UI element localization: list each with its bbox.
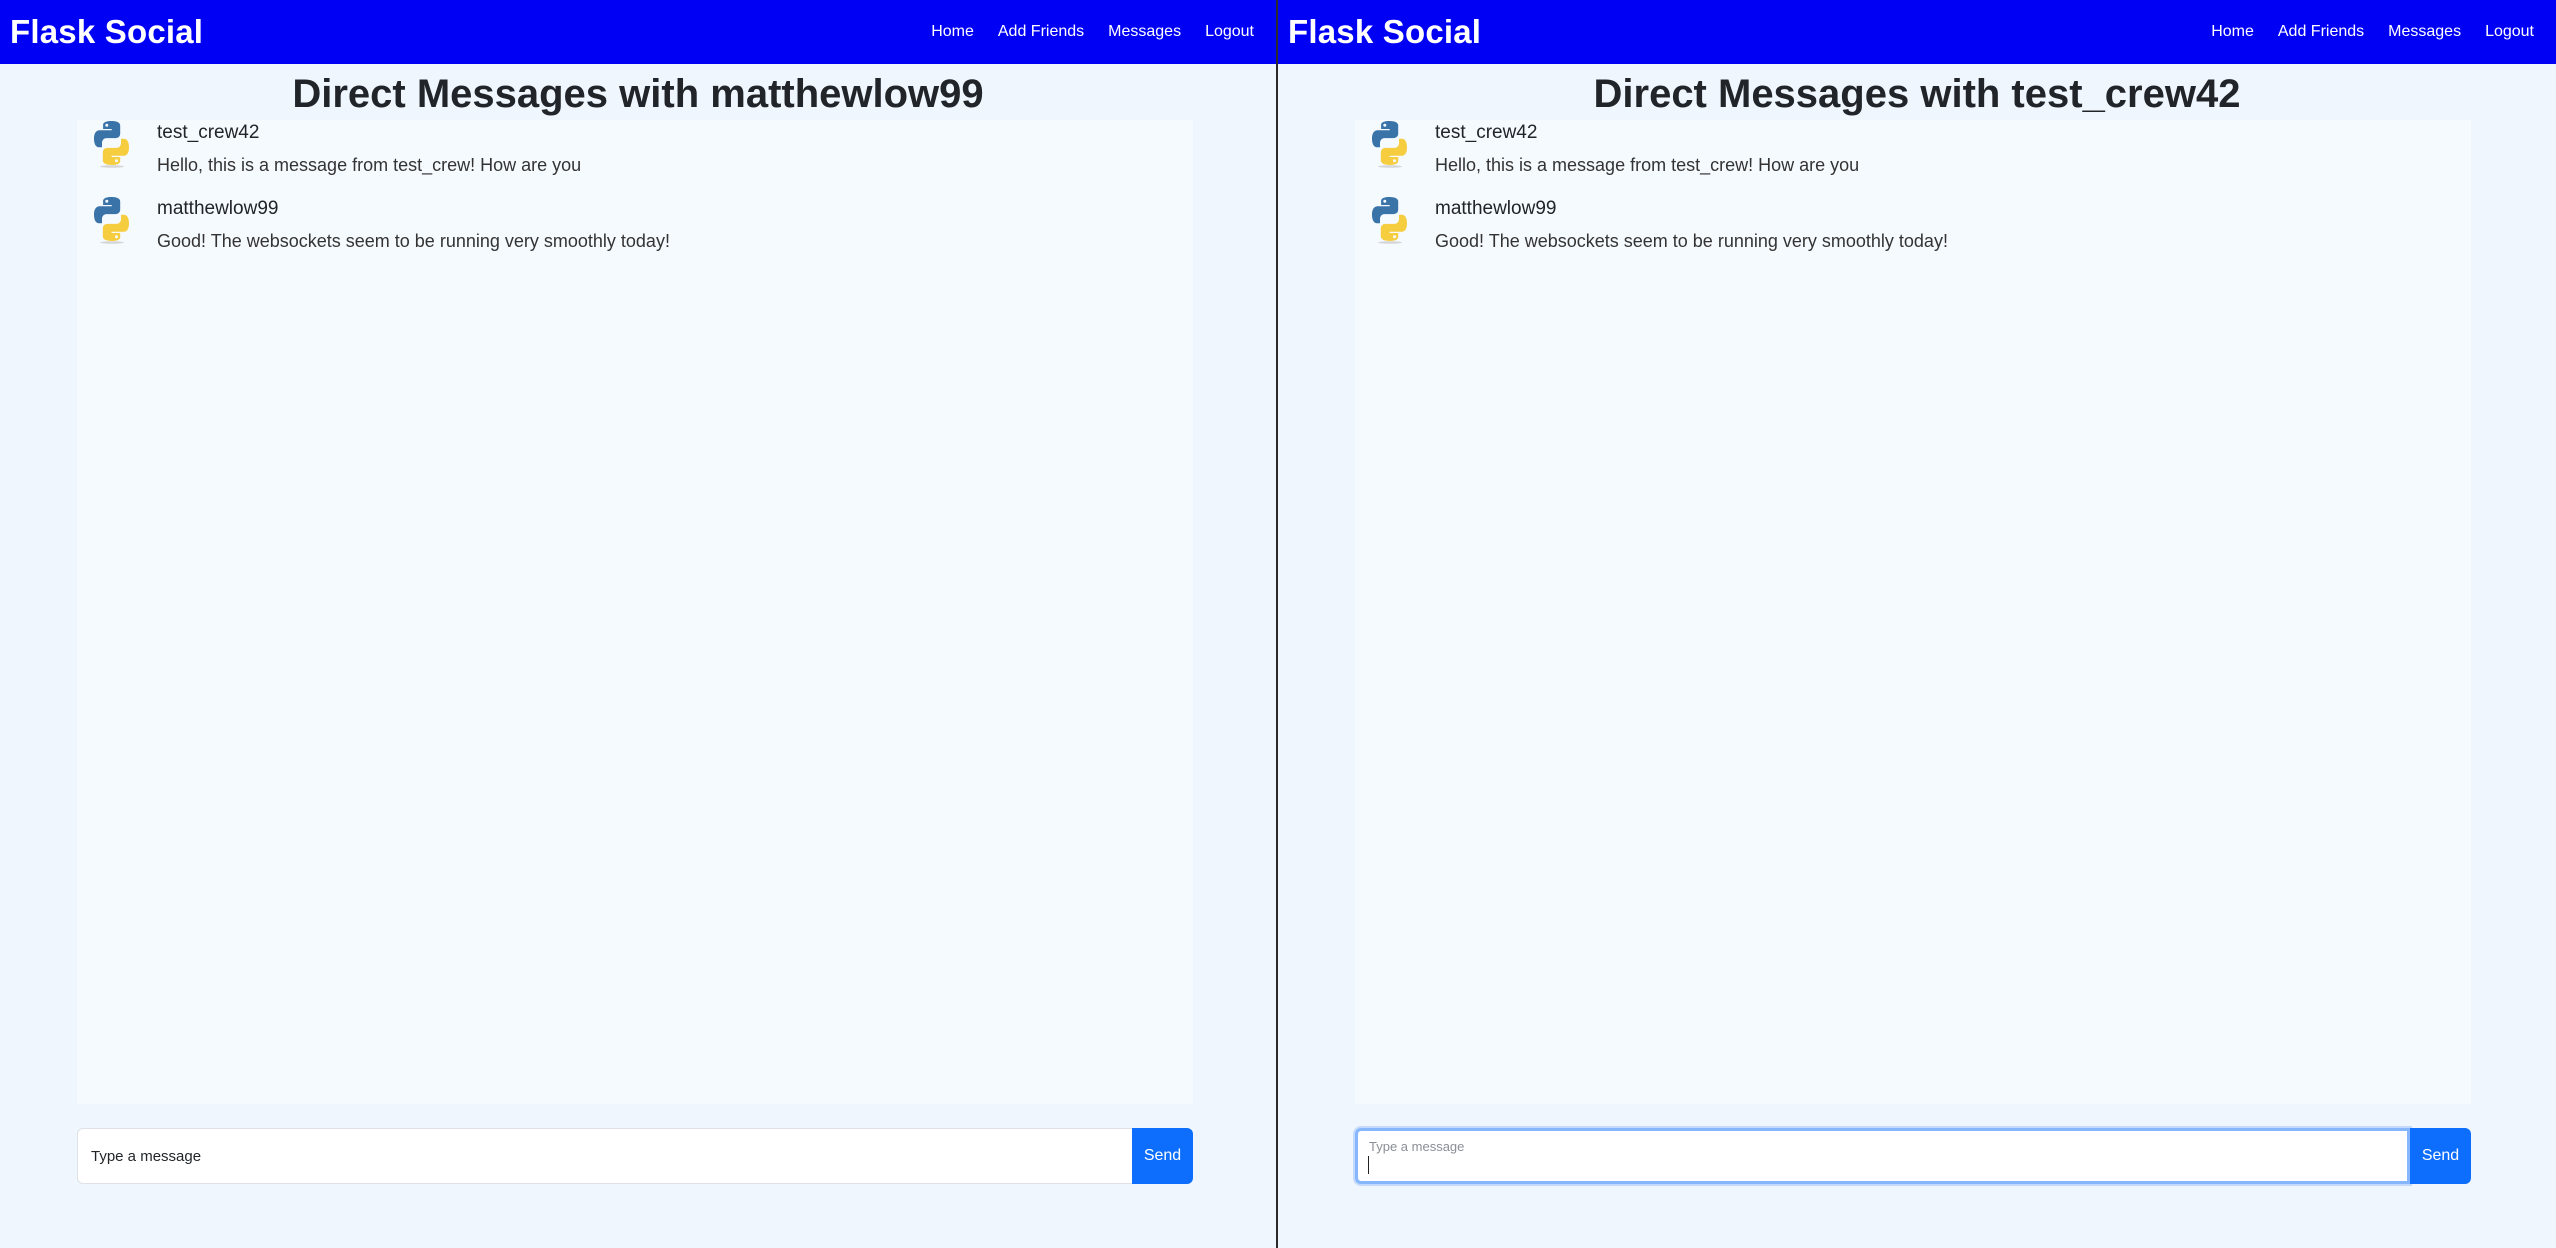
message-input[interactable]: [1355, 1128, 2410, 1184]
message-item: matthewlow99 Good! The websockets seem t…: [1355, 196, 2471, 272]
nav-add-friends[interactable]: Add Friends: [986, 23, 1096, 41]
brand-logo[interactable]: Flask Social: [1288, 13, 1481, 51]
python-logo-icon: [94, 121, 129, 168]
message-username: matthewlow99: [157, 198, 279, 219]
message-input[interactable]: [77, 1128, 1132, 1184]
nav-home[interactable]: Home: [2199, 23, 2266, 41]
python-logo-icon: [1372, 121, 1407, 168]
message-text: Good! The websockets seem to be running …: [157, 231, 670, 251]
message-text: Good! The websockets seem to be running …: [1435, 231, 1948, 251]
nav-messages[interactable]: Messages: [1096, 23, 1193, 41]
message-username: matthewlow99: [1435, 198, 1557, 219]
nav-links: Home Add Friends Messages Logout: [919, 23, 1266, 41]
message-username: test_crew42: [1435, 122, 1538, 143]
message-username: test_crew42: [157, 122, 260, 143]
send-button[interactable]: Send: [1132, 1128, 1193, 1184]
page-title: Direct Messages with matthewlow99: [292, 72, 984, 116]
nav-logout[interactable]: Logout: [2473, 23, 2546, 41]
message-text: Hello, this is a message from test_crew!…: [1435, 155, 1860, 175]
nav-add-friends[interactable]: Add Friends: [2266, 23, 2376, 41]
message-composer: Type a message Send: [1355, 1128, 2471, 1184]
navbar: Flask Social Home Add Friends Messages L…: [1278, 0, 2556, 64]
message-item: matthewlow99 Good! The websockets seem t…: [77, 196, 1193, 272]
message-list[interactable]: test_crew42 Hello, this is a message fro…: [77, 120, 1193, 1104]
message-item: test_crew42 Hello, this is a message fro…: [77, 120, 1193, 196]
left-window: Flask Social Home Add Friends Messages L…: [0, 0, 1276, 1248]
nav-home[interactable]: Home: [919, 23, 986, 41]
nav-messages[interactable]: Messages: [2376, 23, 2473, 41]
nav-logout[interactable]: Logout: [1193, 23, 1266, 41]
brand-logo[interactable]: Flask Social: [10, 13, 203, 51]
message-item: test_crew42 Hello, this is a message fro…: [1355, 120, 2471, 196]
page-title: Direct Messages with test_crew42: [1593, 72, 2241, 116]
message-composer: Send: [77, 1128, 1193, 1184]
python-logo-icon: [1372, 197, 1407, 244]
python-logo-icon: [94, 197, 129, 244]
send-button[interactable]: Send: [2410, 1128, 2471, 1184]
nav-links: Home Add Friends Messages Logout: [2199, 23, 2546, 41]
message-list[interactable]: test_crew42 Hello, this is a message fro…: [1355, 120, 2471, 1104]
navbar: Flask Social Home Add Friends Messages L…: [0, 0, 1276, 64]
right-window: Flask Social Home Add Friends Messages L…: [1278, 0, 2556, 1248]
text-cursor: [1368, 1156, 1369, 1174]
message-text: Hello, this is a message from test_crew!…: [157, 155, 582, 175]
